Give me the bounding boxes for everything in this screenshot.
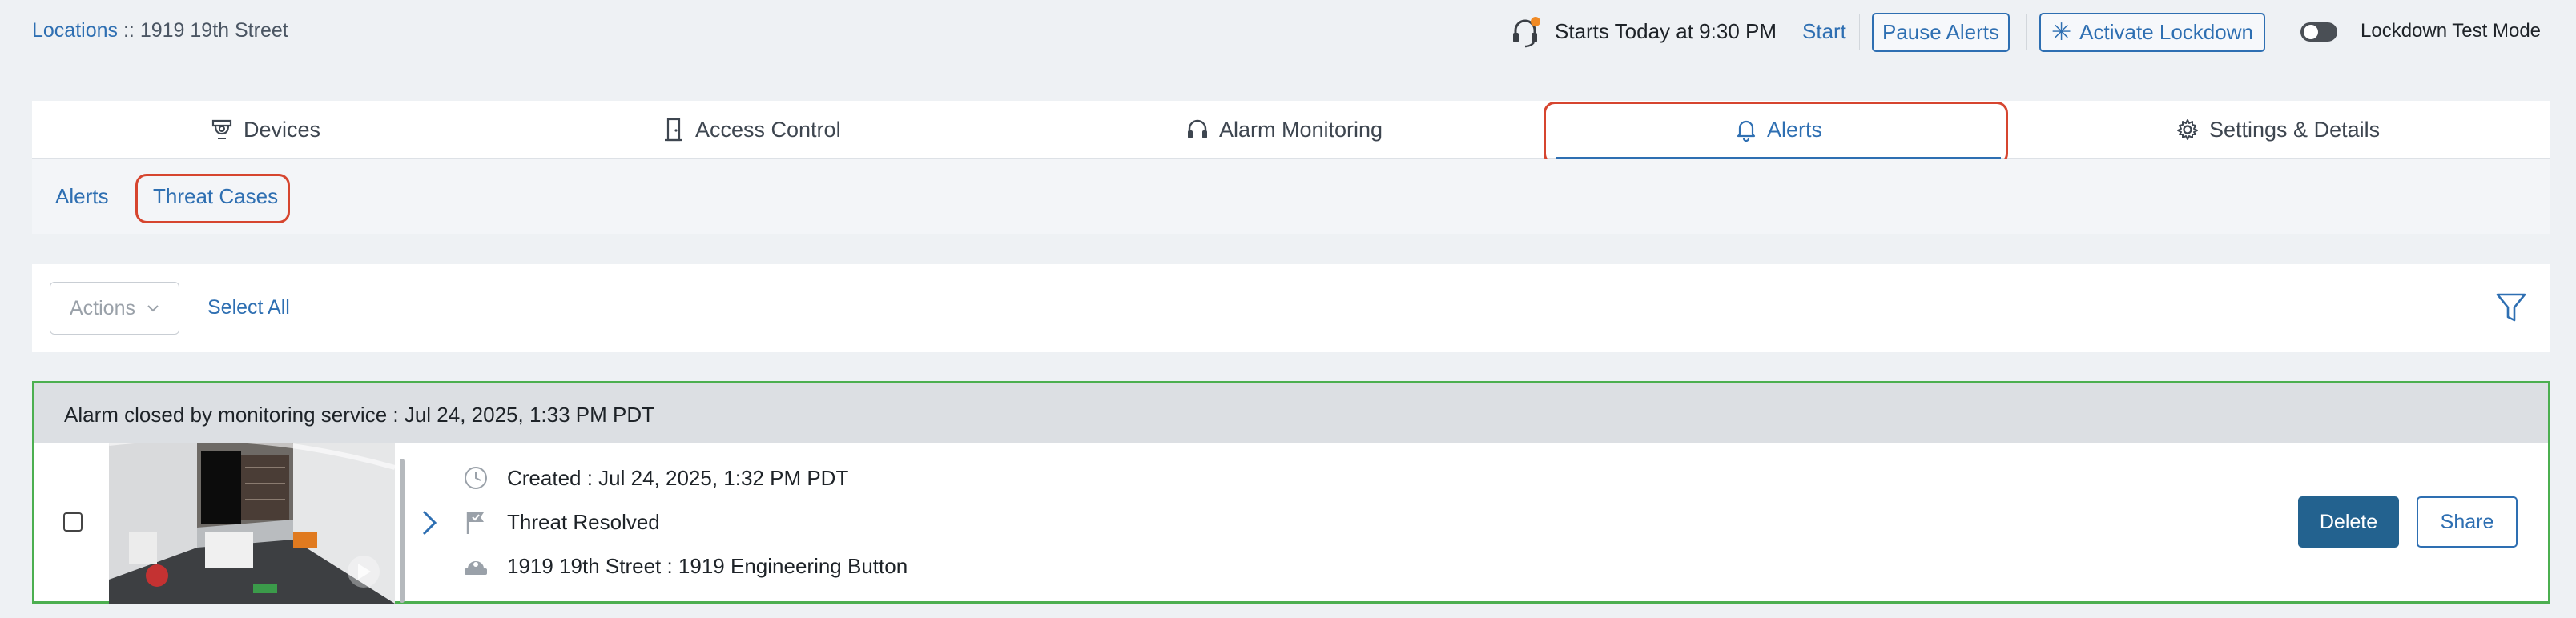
filter-icon[interactable] bbox=[2494, 290, 2528, 325]
alarm-location-row: 1919 19th Street : 1919 Engineering Butt… bbox=[461, 551, 908, 581]
actions-dropdown[interactable]: Actions bbox=[50, 282, 179, 335]
alarm-status-row: Threat Resolved bbox=[461, 507, 660, 537]
schedule-status-text: Starts Today at 9:30 PM bbox=[1555, 19, 1777, 43]
annotation-highlight-alerts-tab bbox=[1544, 102, 2008, 165]
lockdown-test-mode-label: Lockdown Test Mode bbox=[2361, 20, 2542, 42]
chevron-down-icon bbox=[147, 304, 159, 312]
share-button[interactable]: Share bbox=[2417, 496, 2518, 548]
divider bbox=[2026, 14, 2027, 50]
delete-button[interactable]: Delete bbox=[2298, 496, 2399, 548]
pause-alerts-button[interactable]: Pause Alerts bbox=[1872, 13, 2010, 52]
annotation-highlight-threat-cases bbox=[135, 174, 290, 223]
tab-access-control[interactable]: Access Control bbox=[663, 101, 841, 159]
select-all-link[interactable]: Select All bbox=[207, 296, 290, 319]
tab-label: Settings & Details bbox=[2209, 117, 2381, 142]
alarm-location-text: 1919 19th Street : 1919 Engineering Butt… bbox=[507, 553, 908, 578]
clock-icon bbox=[461, 463, 491, 493]
alarm-select-checkbox[interactable] bbox=[63, 512, 83, 532]
tab-label: Devices bbox=[244, 117, 321, 142]
start-monitoring-link[interactable]: Start bbox=[1802, 19, 1846, 44]
camera-icon bbox=[210, 118, 234, 142]
alarm-created-text: Created : Jul 24, 2025, 1:32 PM PDT bbox=[507, 465, 849, 490]
headset-icon bbox=[1185, 118, 1210, 142]
chevron-right-icon[interactable] bbox=[419, 508, 440, 537]
tab-devices[interactable]: Devices bbox=[210, 101, 320, 159]
panic-button-icon bbox=[461, 551, 491, 581]
lockdown-test-mode-toggle[interactable] bbox=[2300, 22, 2337, 42]
tab-label: Alarm Monitoring bbox=[1219, 117, 1383, 142]
alarm-case-card: Alarm closed by monitoring service : Jul… bbox=[32, 381, 2550, 604]
camera-snapshot-thumbnail[interactable] bbox=[109, 443, 395, 604]
subtab-alerts[interactable]: Alerts bbox=[55, 184, 108, 209]
activate-lockdown-button[interactable]: ✳ Activate Lockdown bbox=[2039, 13, 2265, 52]
alarm-created-row: Created : Jul 24, 2025, 1:32 PM PDT bbox=[461, 463, 848, 493]
alarm-closed-text: Alarm closed by monitoring service : Jul… bbox=[64, 403, 654, 427]
main-tabs: Devices Access Control Alarm Monitoring … bbox=[32, 101, 2550, 159]
activate-lockdown-label: Activate Lockdown bbox=[2079, 20, 2253, 44]
flag-icon bbox=[461, 507, 491, 537]
alarm-card-header: Alarm closed by monitoring service : Jul… bbox=[34, 383, 2548, 443]
toggle-knob bbox=[2304, 25, 2318, 39]
actions-bar: Actions Select All bbox=[32, 264, 2550, 352]
sub-tabs: Alerts Threat Cases bbox=[32, 159, 2550, 234]
door-icon bbox=[663, 117, 686, 142]
breadcrumb-current: 1919 19th Street bbox=[139, 19, 288, 42]
top-bar: Locations :: 1919 19th Street Starts Tod… bbox=[0, 0, 2576, 66]
asterisk-icon: ✳ bbox=[2051, 19, 2072, 46]
gear-icon bbox=[2176, 118, 2200, 142]
tab-settings-details[interactable]: Settings & Details bbox=[2176, 101, 2380, 159]
breadcrumb-separator: :: bbox=[118, 19, 140, 42]
alarm-status-text: Threat Resolved bbox=[507, 509, 660, 534]
actions-dropdown-label: Actions bbox=[70, 296, 135, 319]
tab-label: Access Control bbox=[695, 117, 841, 142]
breadcrumb-locations-link[interactable]: Locations bbox=[32, 19, 118, 42]
divider bbox=[1859, 14, 1860, 50]
monitoring-headset-icon bbox=[1509, 16, 1541, 48]
tab-alarm-monitoring[interactable]: Alarm Monitoring bbox=[1185, 101, 1383, 159]
breadcrumb: Locations :: 1919 19th Street bbox=[32, 19, 288, 42]
thumbnail-scrollbar[interactable] bbox=[400, 459, 405, 603]
